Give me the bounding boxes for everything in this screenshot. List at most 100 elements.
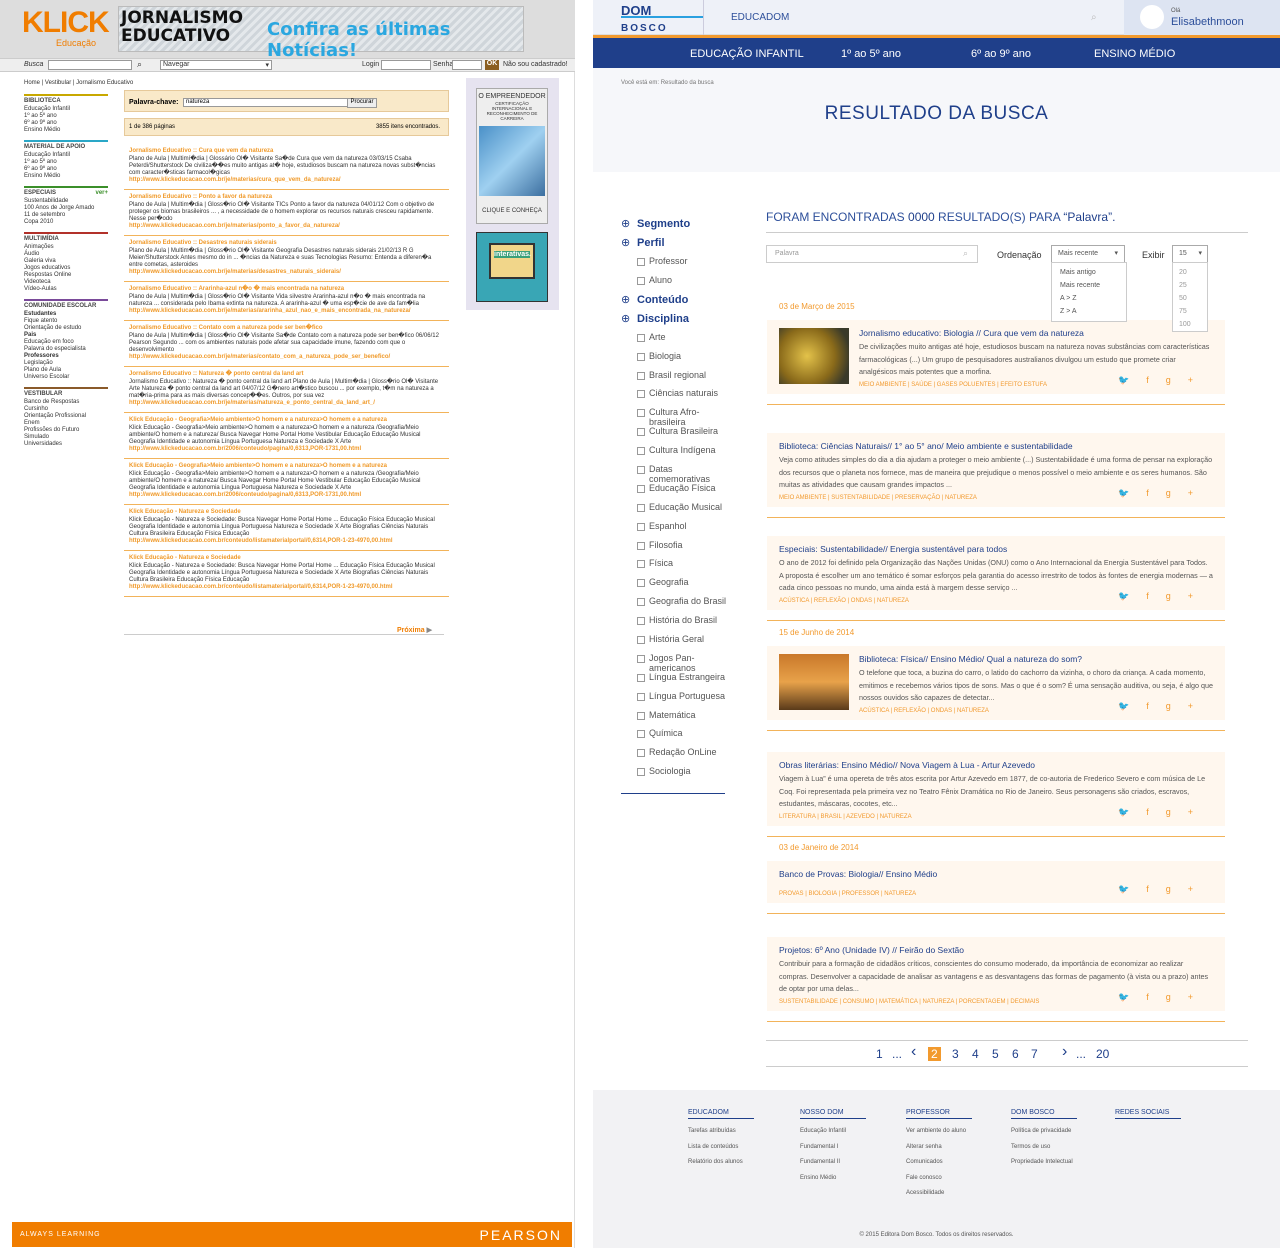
nav-link[interactable]: Universidades <box>24 441 108 448</box>
order-option[interactable]: Mais recente <box>1060 279 1118 292</box>
page-link[interactable]: 5 <box>992 1047 999 1061</box>
nav-link[interactable]: Educação em foco <box>24 339 108 346</box>
footer-link[interactable]: Comunicados <box>906 1155 972 1171</box>
order-option[interactable]: A > Z <box>1060 292 1118 305</box>
dombosco-logo[interactable]: DOM BOSCO <box>621 4 703 34</box>
page-link[interactable]: ... <box>892 1047 902 1061</box>
nav-link[interactable]: 1º ao 5º ano <box>24 159 108 166</box>
chevron-right-icon[interactable]: › <box>1062 1043 1067 1061</box>
footer-link[interactable]: Relatório dos alunos <box>688 1155 754 1171</box>
nav-link[interactable]: Orientação Profissional <box>24 413 108 420</box>
googleplus-icon[interactable]: g+ <box>1166 992 1210 1002</box>
nav-link[interactable]: Legislação <box>24 360 108 367</box>
facebook-icon[interactable]: f <box>1146 488 1166 498</box>
search-input[interactable]: Palavra <box>766 245 978 263</box>
user-box[interactable]: Olá Elisabethmoon <box>1124 0 1280 35</box>
filter-checkbox[interactable]: Arte <box>621 332 729 351</box>
filter-checkbox[interactable]: Matemática <box>621 710 729 729</box>
filter-checkbox[interactable]: História do Brasil <box>621 615 729 634</box>
filter-perfil[interactable]: Perfil <box>621 236 729 256</box>
count-select[interactable]: 15 ▾ <box>1172 245 1208 263</box>
login-input[interactable] <box>381 60 431 70</box>
facebook-icon[interactable]: f <box>1146 807 1166 817</box>
result-url-link[interactable]: http://www.klickeducacao.com.br/conteudo… <box>129 538 444 545</box>
filter-conteudo[interactable]: Conteúdo <box>621 293 729 313</box>
page-link[interactable]: 3 <box>952 1047 959 1061</box>
nav-link[interactable]: Videoteca <box>24 279 108 286</box>
result-title-link[interactable]: Klick Educação - Geografia>Meio ambiente… <box>129 417 444 424</box>
order-select[interactable]: Mais recente ▾ <box>1051 245 1125 263</box>
page-link[interactable]: 20 <box>1096 1047 1109 1061</box>
filter-checkbox[interactable]: História Geral <box>621 634 729 653</box>
count-option[interactable]: 100 <box>1179 318 1201 331</box>
twitter-icon[interactable]: 🐦 <box>1118 807 1146 817</box>
nav-link[interactable]: Palavra do especialista <box>24 346 108 353</box>
result-title-link[interactable]: Jornalismo Educativo :: Ponto a favor da… <box>129 194 444 201</box>
page-link[interactable]: ... <box>1076 1047 1086 1061</box>
educadom-link[interactable]: EDUCADOM <box>731 12 789 23</box>
result-url-link[interactable]: http://www.klickeducacao.com.br/2006/con… <box>129 492 444 499</box>
filter-checkbox[interactable]: Cultura Afro-brasileira <box>621 407 729 427</box>
nav-link[interactable]: 11 de setembro <box>24 212 108 219</box>
nav-link[interactable]: Sustentabilidade <box>24 198 108 205</box>
twitter-icon[interactable]: 🐦 <box>1118 992 1146 1002</box>
nav-link[interactable]: Ensino Médio <box>24 127 108 134</box>
footer-link[interactable]: Termos de uso <box>1011 1140 1077 1156</box>
result-title-link[interactable]: Jornalismo Educativo :: Desastres natura… <box>129 240 444 247</box>
nav-link[interactable]: Fique atento <box>24 318 108 325</box>
busca-input[interactable] <box>48 60 132 70</box>
order-option[interactable]: Z > A <box>1060 305 1118 318</box>
nav-link[interactable]: Plano de Aula <box>24 367 108 374</box>
nav-link[interactable]: Profissões do Futuro <box>24 427 108 434</box>
result-tags[interactable]: ACÚSTICA | REFLEXÃO | ONDAS | NATUREZA <box>779 598 1123 604</box>
order-option[interactable]: Mais antigo <box>1060 266 1118 279</box>
twitter-icon[interactable]: 🐦 <box>1118 701 1146 711</box>
footer-link[interactable]: Alterar senha <box>906 1140 972 1156</box>
facebook-icon[interactable]: f <box>1146 701 1166 711</box>
result-title-link[interactable]: Jornalismo Educativo :: Natureza � ponto… <box>129 371 444 378</box>
result-url-link[interactable]: http://www.klickeducacao.com.br/je/mater… <box>129 223 444 230</box>
result-title-link[interactable]: Especiais: Sustentabilidade// Energia su… <box>779 544 1213 554</box>
nav-link[interactable]: Simulado <box>24 434 108 441</box>
footer-link[interactable]: Ensino Médio <box>800 1171 866 1187</box>
result-title-link[interactable]: Klick Educação - Natureza e Sociedade <box>129 509 444 516</box>
googleplus-icon[interactable]: g+ <box>1166 807 1210 817</box>
nav-link[interactable]: Animações <box>24 244 108 251</box>
breadcrumb[interactable]: Home | Vestibular | Jornalismo Educativo <box>24 80 133 86</box>
result-title-link[interactable]: Banco de Provas: Biologia// Ensino Médio <box>779 869 1213 879</box>
search-icon[interactable]: ⌕ <box>963 248 968 259</box>
nav-link[interactable]: Galeria viva <box>24 258 108 265</box>
filter-checkbox[interactable]: Educação Física <box>621 483 729 502</box>
filter-checkbox[interactable]: Biologia <box>621 351 729 370</box>
nav-link[interactable]: Respostas Online <box>24 272 108 279</box>
footer-link[interactable]: Educação Infantil <box>800 1124 866 1140</box>
filter-checkbox[interactable]: Espanhol <box>621 521 729 540</box>
footer-link[interactable]: Ver ambiente do aluno <box>906 1124 972 1140</box>
page-link[interactable]: 2 <box>928 1047 941 1061</box>
nav-link[interactable]: Educação Infantil <box>24 106 108 113</box>
footer-link[interactable]: Propriedade Intelectual <box>1011 1155 1077 1171</box>
filter-checkbox[interactable]: Língua Portuguesa <box>621 691 729 710</box>
footer-link[interactable]: Acessibilidade <box>906 1186 972 1202</box>
result-tags[interactable]: PROVAS | BIOLOGIA | PROFESSOR | NATUREZA <box>779 891 1123 897</box>
filter-checkbox[interactable]: Sociologia <box>621 766 729 785</box>
footer-link[interactable]: Fundamental II <box>800 1155 866 1171</box>
result-title-link[interactable]: Klick Educação - Geografia>Meio ambiente… <box>129 463 444 470</box>
nav-link[interactable]: 1º ao 5º ano <box>24 113 108 120</box>
filter-checkbox[interactable]: Ciências naturais <box>621 388 729 407</box>
result-title-link[interactable]: Biblioteca: Física// Ensino Médio/ Qual … <box>859 654 1213 664</box>
footer-link[interactable]: Política de privacidade <box>1011 1124 1077 1140</box>
facebook-icon[interactable]: f <box>1146 591 1166 601</box>
search-icon[interactable]: ⌕ <box>137 59 142 70</box>
filter-checkbox[interactable]: Professor <box>621 256 729 275</box>
result-thumbnail[interactable] <box>779 328 849 384</box>
result-title-link[interactable]: Jornalismo Educativo :: Cura que vem da … <box>129 148 444 155</box>
nao-cadastrado-link[interactable]: Não sou cadastrado! <box>503 61 568 68</box>
nav-link[interactable]: Educação Infantil <box>24 152 108 159</box>
filter-checkbox[interactable]: Datas comemorativas <box>621 464 729 484</box>
footer-link[interactable]: Lista de conteúdos <box>688 1140 754 1156</box>
footer-link[interactable]: Fundamental I <box>800 1140 866 1156</box>
result-url-link[interactable]: http://www.klickeducacao.com.br/je/mater… <box>129 400 444 407</box>
count-option[interactable]: 50 <box>1179 292 1201 305</box>
googleplus-icon[interactable]: g+ <box>1166 488 1210 498</box>
